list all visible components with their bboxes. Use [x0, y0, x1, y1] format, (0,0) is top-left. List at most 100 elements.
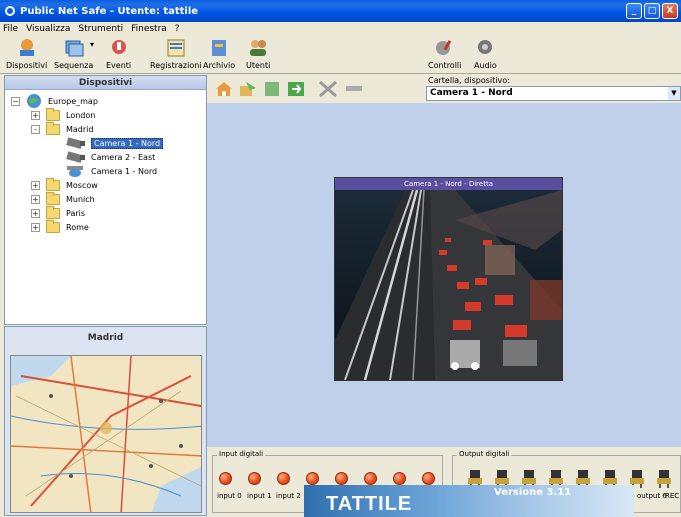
menu-tools[interactable]: Strumenti — [78, 24, 123, 34]
tree-node-madrid[interactable]: - Madrid — [31, 121, 94, 136]
tree-label-rome: Rome — [66, 222, 89, 232]
menu-help[interactable]: ? — [175, 24, 180, 34]
toolbar-controls-button[interactable]: Controlli — [428, 38, 461, 70]
globe-icon — [27, 94, 41, 108]
device-selector-label: Cartella, dispositivo: — [428, 76, 510, 85]
collapse-icon[interactable]: - — [31, 124, 40, 134]
expand-icon[interactable]: + — [31, 180, 40, 190]
toolbar-audio-button[interactable]: Audio — [474, 38, 497, 70]
video-workspace: Cartella, dispositivo: Camera 1 - Nord ▼… — [207, 75, 681, 517]
chevron-down-icon[interactable]: ▼ — [668, 87, 680, 100]
expand-icon[interactable]: + — [31, 208, 40, 218]
input-led-icon — [422, 472, 435, 485]
tree-label-madrid: Madrid — [66, 124, 94, 134]
devices-icon — [19, 39, 34, 56]
controls-icon — [435, 40, 451, 55]
version-label: Versione 3.11 — [494, 487, 572, 498]
tree-label-moscow: Moscow — [66, 180, 98, 190]
camera-icon — [66, 137, 85, 149]
toolbar-dropdown-arrow[interactable]: ▾ — [90, 40, 94, 49]
input-led-icon — [277, 472, 290, 485]
map-drawing — [11, 356, 201, 512]
app-icon — [5, 6, 15, 16]
tree-node-camera-2-east[interactable]: Camera 2 - East — [65, 150, 155, 164]
input-label: input 0 — [217, 492, 242, 500]
folder-open-icon — [46, 121, 60, 135]
maximize-button[interactable]: □ — [644, 3, 660, 19]
input-led-icon — [393, 472, 406, 485]
folder-icon — [46, 107, 60, 121]
input-led-icon — [219, 472, 232, 485]
menu-file[interactable]: File — [3, 24, 18, 34]
input-label: input 1 — [247, 492, 272, 500]
title-bar: Public Net Safe - Utente: tattile _ □ X — [0, 0, 681, 22]
toolbar-users-button[interactable]: Utenti — [246, 38, 270, 70]
expand-icon[interactable]: + — [31, 194, 40, 204]
output-label: output 6 — [637, 492, 667, 500]
toolbar-controls-label: Controlli — [428, 61, 462, 70]
digital-outputs-label: Output digitali — [457, 450, 512, 458]
devices-panel-title: Dispositivi — [5, 76, 206, 90]
close-button[interactable]: X — [662, 3, 678, 19]
users-icon — [250, 40, 267, 56]
home-icon[interactable] — [214, 80, 234, 98]
menu-window[interactable]: Finestra — [131, 24, 167, 34]
expand-icon[interactable]: + — [31, 110, 40, 120]
map-panel: Madrid — [4, 326, 207, 516]
toolbar-events-button[interactable]: Eventi — [106, 38, 131, 70]
device-select[interactable]: Camera 1 - Nord ▼ — [426, 86, 681, 101]
input-led-icon — [335, 472, 348, 485]
input-label: input 2 — [276, 492, 301, 500]
menu-bar: File Visualizza Strumenti Finestra ? — [0, 22, 681, 36]
camera-icon — [66, 151, 85, 163]
video-title: Camera 1 - Nord - Diretta — [335, 178, 562, 190]
tools-icon[interactable] — [318, 80, 338, 98]
tree-node-camera-1-nord[interactable]: Camera 1 - Nord — [65, 136, 164, 150]
map-image[interactable] — [10, 355, 202, 513]
toolbar-sequence-label: Sequenza — [54, 61, 94, 70]
tree-node-root[interactable]: − Europe_map — [11, 94, 98, 108]
window-title: Public Net Safe - Utente: tattile — [20, 5, 199, 17]
toolbar-sequence-button[interactable]: Sequenza — [54, 38, 93, 70]
next-icon[interactable] — [286, 80, 306, 98]
view-toolbar: Cartella, dispositivo: Camera 1 - Nord ▼ — [207, 75, 681, 103]
main-toolbar: Dispositivi Sequenza ▾ Eventi Registrazi… — [0, 36, 681, 74]
recordings-icon — [167, 39, 185, 57]
tree-root-label: Europe_map — [48, 96, 98, 106]
tree-label-camera-3: Camera 1 - Nord — [91, 166, 158, 176]
devices-panel: Dispositivi − Europe_map + London - Madr… — [4, 75, 207, 325]
traffic-scene — [335, 190, 562, 380]
archive-icon — [212, 40, 227, 56]
toolbar-devices-button[interactable]: Dispositivi — [6, 38, 47, 70]
tree-node-london[interactable]: + London — [31, 107, 95, 122]
export-icon[interactable] — [238, 80, 258, 98]
tree-node-moscow[interactable]: + Moscow — [31, 177, 98, 192]
brand-logo: TATTILE — [326, 493, 413, 515]
video-frame[interactable] — [335, 190, 562, 380]
stop-icon[interactable] — [262, 80, 282, 98]
video-window[interactable]: Camera 1 - Nord - Diretta — [334, 177, 563, 381]
folder-icon — [46, 191, 60, 205]
relay-icon[interactable] — [656, 468, 672, 488]
toolbar-recordings-button[interactable]: Registrazioni — [150, 38, 202, 70]
menu-view[interactable]: Visualizza — [26, 24, 70, 34]
ptz-icon[interactable] — [344, 80, 364, 98]
tree-node-rome[interactable]: + Rome — [31, 219, 89, 234]
splash-banner: TATTILE Versione 3.11 — [304, 485, 634, 517]
events-icon — [111, 40, 126, 54]
tree-node-munich[interactable]: + Munich — [31, 191, 95, 206]
tree-node-paris[interactable]: + Paris — [31, 205, 85, 220]
minimize-button[interactable]: _ — [626, 3, 642, 19]
toolbar-audio-label: Audio — [474, 61, 497, 70]
tree-node-camera-1-nord-b[interactable]: Camera 1 - Nord — [65, 164, 157, 178]
toolbar-events-label: Eventi — [106, 61, 132, 70]
device-select-value: Camera 1 - Nord — [430, 88, 513, 98]
io-panel: Input digitali input 0 input 1 input 2 O… — [207, 447, 681, 517]
audio-icon — [478, 40, 493, 54]
input-led-icon — [306, 472, 319, 485]
toolbar-archive-button[interactable]: Archivio — [203, 38, 235, 70]
sequence-icon — [65, 40, 84, 57]
collapse-icon[interactable]: − — [11, 96, 20, 106]
dome-camera-icon — [67, 166, 83, 177]
expand-icon[interactable]: + — [31, 222, 40, 232]
